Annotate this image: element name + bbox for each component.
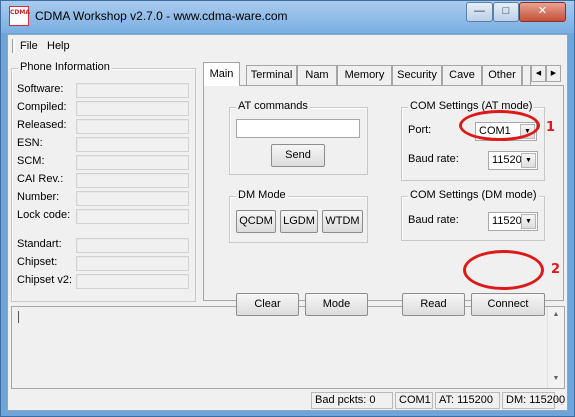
status-port: COM1: [395, 392, 433, 409]
standart-label: Standart:: [17, 238, 62, 250]
send-button[interactable]: Send: [271, 144, 325, 167]
resize-grip-icon[interactable]: ⋱: [555, 395, 566, 408]
at-command-input[interactable]: [236, 119, 360, 138]
qcdm-button[interactable]: QCDM: [236, 210, 276, 233]
number-value: [76, 191, 189, 206]
log-scrollbar[interactable]: ▲ ▼: [547, 307, 564, 388]
tab-partial[interactable]: [522, 65, 531, 85]
port-label: Port:: [408, 124, 432, 136]
com-dm-title: COM Settings (DM mode): [408, 189, 539, 201]
tab-other[interactable]: Other: [482, 65, 522, 85]
menu-grip-icon: [12, 39, 15, 53]
released-label: Released:: [17, 119, 67, 131]
scroll-down-icon[interactable]: ▼: [548, 371, 564, 387]
cai-rev-value: [76, 173, 189, 188]
clear-button[interactable]: Clear: [236, 293, 299, 316]
menu-help[interactable]: Help: [47, 40, 70, 52]
chevron-down-icon[interactable]: ▼: [521, 153, 536, 168]
connect-button[interactable]: Connect: [471, 293, 545, 316]
com-at-title: COM Settings (AT mode): [408, 100, 535, 112]
software-value: [76, 83, 189, 98]
standart-value: [76, 238, 189, 253]
compiled-value: [76, 101, 189, 116]
status-bad-packets: Bad pckts: 0: [311, 392, 393, 409]
menu-file[interactable]: File: [20, 40, 38, 52]
scroll-up-icon[interactable]: ▲: [548, 307, 564, 323]
window-title: CDMA Workshop v2.7.0 - www.cdma-ware.com: [35, 9, 288, 23]
tab-security[interactable]: Security: [392, 65, 442, 85]
baud-dm-label: Baud rate:: [408, 214, 459, 226]
at-commands-title: AT commands: [236, 100, 310, 112]
scm-label: SCM:: [17, 155, 45, 167]
client-area: File Help Phone Information Software: Co…: [7, 34, 568, 411]
lock-code-value: [76, 209, 189, 224]
software-label: Software:: [17, 83, 64, 95]
tab-scroll-right-icon[interactable]: ▶: [546, 65, 561, 82]
lgdm-button[interactable]: LGDM: [280, 210, 318, 233]
annotation-number-two: 2: [551, 262, 561, 277]
annotation-number-one: 1: [546, 120, 556, 135]
released-value: [76, 119, 189, 134]
at-commands-group: AT commands Send: [229, 100, 368, 175]
title-bar[interactable]: CDMA CDMA Workshop v2.7.0 - www.cdma-war…: [1, 1, 574, 33]
baud-at-label: Baud rate:: [408, 153, 459, 165]
chipset-v2-value: [76, 274, 189, 289]
read-button[interactable]: Read: [402, 293, 465, 316]
compiled-label: Compiled:: [17, 101, 67, 113]
phone-info-title: Phone Information: [18, 61, 112, 73]
text-caret: [18, 311, 19, 323]
tab-main[interactable]: Main: [203, 62, 240, 86]
tab-cave[interactable]: Cave: [442, 65, 482, 85]
log-output[interactable]: ▲ ▼: [11, 306, 565, 389]
close-button[interactable]: ✕: [519, 2, 566, 22]
status-dm-rate: DM: 115200: [502, 392, 565, 409]
app-window: CDMA CDMA Workshop v2.7.0 - www.cdma-war…: [0, 0, 575, 417]
tab-scroll-left-icon[interactable]: ◀: [531, 65, 546, 82]
mode-button[interactable]: Mode: [305, 293, 368, 316]
chipset-v2-label: Chipset v2:: [17, 274, 73, 286]
maximize-button[interactable]: □: [493, 2, 519, 22]
menu-bar: File Help: [8, 35, 567, 57]
status-bar: Bad pckts: 0 COM1 AT: 115200 DM: 115200 …: [8, 391, 567, 410]
annotation-ellipse-port: [459, 110, 540, 141]
chevron-down-icon[interactable]: ▼: [521, 214, 536, 229]
tab-memory[interactable]: Memory: [337, 65, 392, 85]
baud-dm-select[interactable]: 115200 ▼: [488, 212, 538, 231]
app-logo-icon: CDMA: [9, 6, 30, 26]
phone-info-group: Phone Information Software: Compiled: Re…: [11, 61, 196, 302]
wtdm-button[interactable]: WTDM: [322, 210, 363, 233]
esn-value: [76, 137, 189, 152]
dm-mode-title: DM Mode: [236, 189, 288, 201]
com-dm-group: COM Settings (DM mode) Baud rate: 115200…: [401, 189, 545, 241]
esn-label: ESN:: [17, 137, 43, 149]
chipset-label: Chipset:: [17, 256, 58, 268]
status-at-rate: AT: 115200: [435, 392, 500, 409]
scm-value: [76, 155, 189, 170]
baud-at-select[interactable]: 115200 ▼: [488, 151, 538, 170]
cai-rev-label: CAI Rev.:: [17, 173, 64, 185]
tab-terminal[interactable]: Terminal: [246, 65, 297, 85]
number-label: Number:: [17, 191, 60, 203]
annotation-ellipse-connect: [463, 250, 544, 290]
minimize-button[interactable]: —: [466, 2, 493, 22]
chipset-value: [76, 256, 189, 271]
tab-nam[interactable]: Nam: [297, 65, 337, 85]
lock-code-label: Lock code:: [17, 209, 71, 221]
dm-mode-group: DM Mode QCDM LGDM WTDM: [229, 189, 368, 243]
